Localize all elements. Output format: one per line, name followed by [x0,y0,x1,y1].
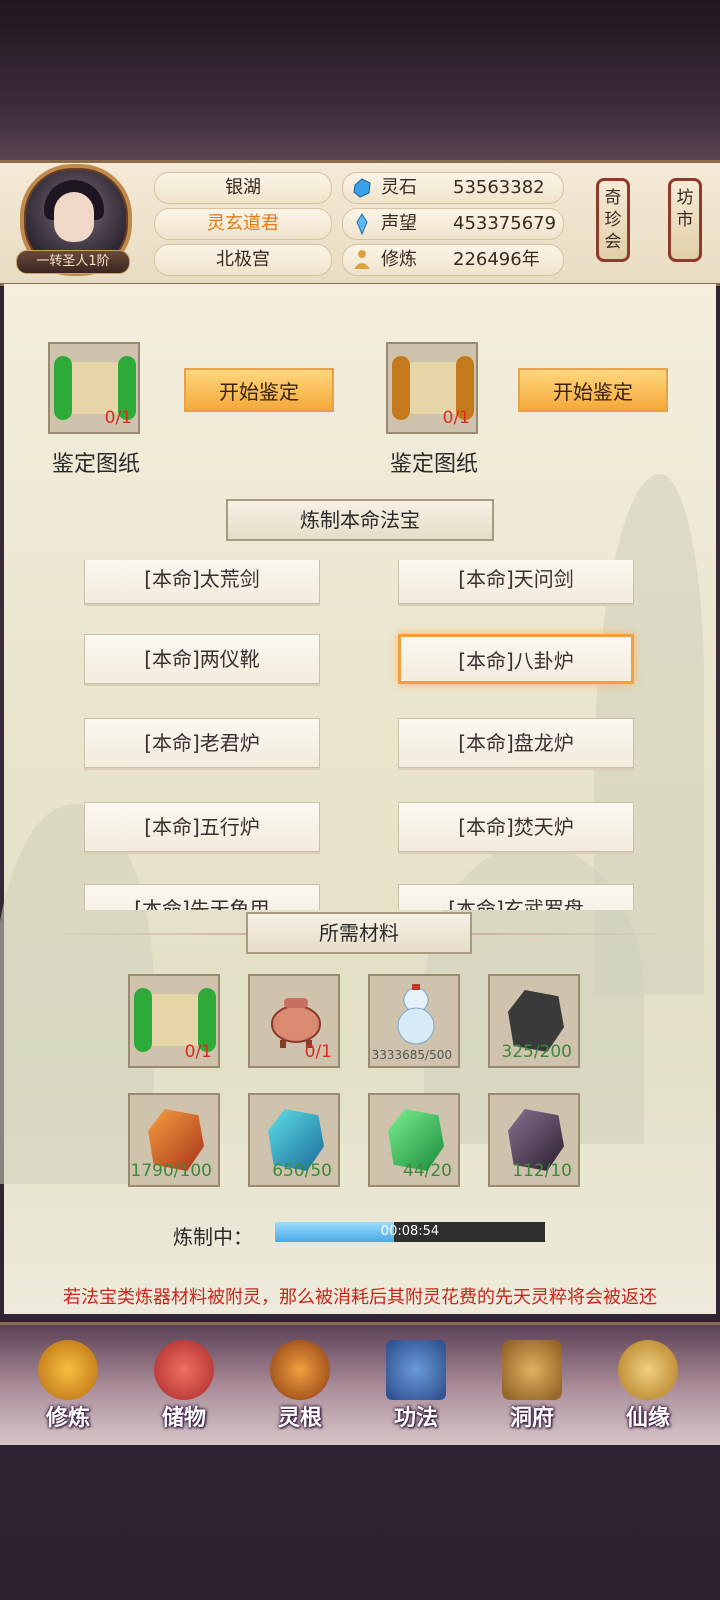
nav-cave[interactable]: 洞府 [480,1340,584,1440]
artifact-item[interactable]: [本命]太荒剑 [84,560,320,604]
identify-label-2: 鉴定图纸 [390,452,479,477]
artifact-item[interactable]: [本命]先天龟甲 [84,884,320,910]
identify-scroll-slot-1[interactable]: 0/1 [48,342,140,434]
refining-timer: 00:08:54 [380,1224,440,1239]
material-slot[interactable]: 3333685/500 [368,974,460,1068]
spirit-stone-icon [353,178,371,198]
material-slot[interactable]: 0/1 [248,974,340,1068]
scroll-icon [54,356,136,420]
top-backdrop [0,0,720,160]
nav-spirit-root[interactable]: 灵根 [248,1340,352,1440]
player-sect: 北极宫 [154,244,332,276]
materials-section-title: 所需材料 [246,912,472,954]
material-slot[interactable]: 650/50 [248,1093,340,1187]
book-icon [386,1340,446,1400]
identify-scroll-slot-2[interactable]: 0/1 [386,342,478,434]
identify-label-1: 鉴定图纸 [52,452,141,477]
artifact-item[interactable]: [本命]两仪靴 [84,634,320,684]
bag-icon [154,1340,214,1400]
artifact-item[interactable]: [本命]焚天炉 [398,802,634,852]
incense-burner-icon [271,998,321,1048]
artifact-list[interactable]: [本命]太荒剑 [本命]天问剑 [本命]两仪靴 [本命]八卦炉 [本命]老君炉 … [60,560,660,910]
refining-label: 炼制中： [173,1225,253,1249]
gourd-vase-icon [397,984,435,1045]
meditation-icon [354,250,370,269]
prestige-icon [356,213,368,235]
material-slot[interactable]: 44/20 [368,1093,460,1187]
start-identify-button-2[interactable]: 开始鉴定 [518,368,668,412]
spirit-root-icon [270,1340,330,1400]
material-slot[interactable]: 325/200 [488,974,580,1068]
monk-icon [38,1340,98,1400]
artifact-item[interactable]: [本命]盘龙炉 [398,718,634,768]
resource-spirit-stone[interactable]: 灵石 53563382 [342,172,564,204]
pavilion-icon [502,1340,562,1400]
market-button[interactable]: 坊市 [668,178,702,262]
artifact-item[interactable]: [本命]玄武罗盘 [398,884,634,910]
refine-section-title: 炼制本命法宝 [226,499,494,541]
artifact-item-selected[interactable]: [本命]八卦炉 [398,634,634,684]
refining-progress-bar: 00:08:54 [275,1222,545,1242]
scroll-icon [134,988,216,1052]
resource-prestige[interactable]: 声望 453375679 [342,208,564,240]
nav-cultivate[interactable]: 修炼 [16,1340,120,1440]
artifact-item[interactable]: [本命]老君炉 [84,718,320,768]
gourd-icon [618,1340,678,1400]
nav-fate[interactable]: 仙缘 [596,1340,700,1440]
start-identify-button-1[interactable]: 开始鉴定 [184,368,334,412]
resource-cultivation[interactable]: 修炼 226496年 [342,244,564,276]
scroll-icon [392,356,474,420]
treasure-shop-button[interactable]: 奇珍会 [596,178,630,262]
player-title[interactable]: 灵玄道君 [154,208,332,240]
material-notice: 若法宝类炼器材料被附灵，那么被消耗后其附灵花费的先天灵粹将会被返还 [63,1287,657,1308]
nav-storage[interactable]: 储物 [132,1340,236,1440]
artifact-item[interactable]: [本命]天问剑 [398,560,634,604]
material-slot[interactable]: 112/10 [488,1093,580,1187]
material-slot[interactable]: 1790/100 [128,1093,220,1187]
nav-techniques[interactable]: 功法 [364,1340,468,1440]
rank-badge: 一转圣人1阶 [16,250,130,274]
material-slot[interactable]: 0/1 [128,974,220,1068]
artifact-item[interactable]: [本命]五行炉 [84,802,320,852]
player-name: 银湖 [154,172,332,204]
